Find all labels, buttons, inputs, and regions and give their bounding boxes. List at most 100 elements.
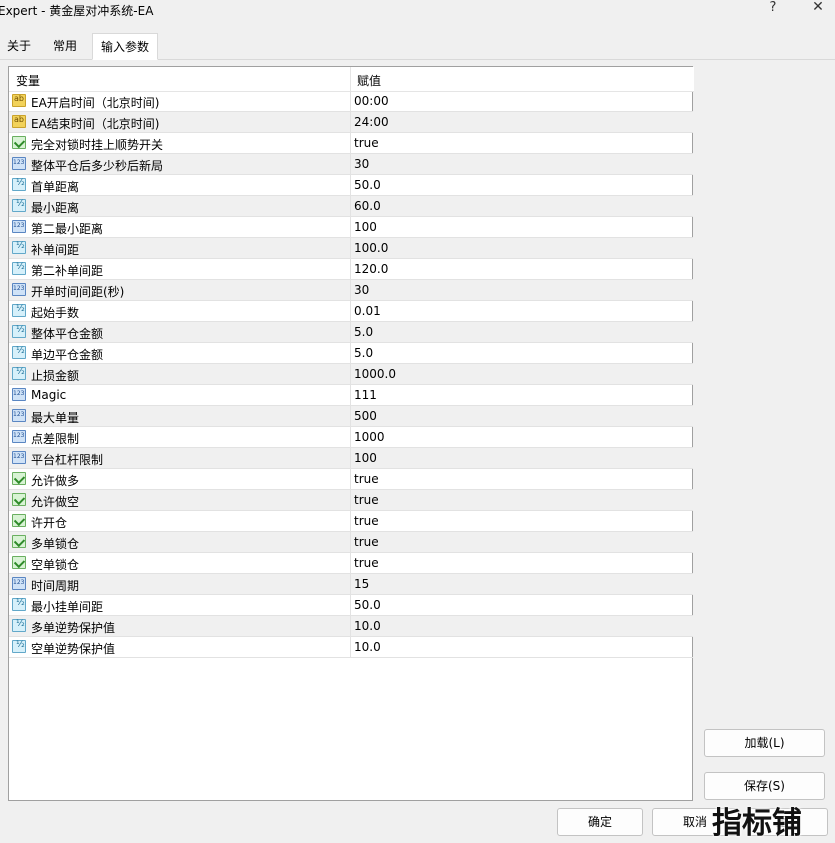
table-row[interactable]: 单边平仓金额 5.0 xyxy=(9,343,693,364)
parameter-name: 允许做多 xyxy=(31,474,80,488)
parameter-value[interactable]: true xyxy=(354,514,379,528)
ok-button[interactable]: 确定 xyxy=(557,808,643,836)
parameter-value[interactable]: 100 xyxy=(354,451,377,465)
column-divider xyxy=(350,301,351,322)
parameter-value[interactable]: 15 xyxy=(354,577,369,591)
bool-icon xyxy=(12,136,26,149)
parameter-value[interactable]: true xyxy=(354,556,379,570)
double-icon xyxy=(12,199,26,212)
table-row[interactable]: EA开启时间（北京时间) 00:00 xyxy=(9,91,693,112)
parameter-name: 允许做空 xyxy=(31,495,80,509)
watermark-logo: 指标铺 xyxy=(712,806,802,841)
table-row[interactable]: 整体平仓金额 5.0 xyxy=(9,322,693,343)
close-button[interactable]: ✕ xyxy=(808,0,828,19)
table-row[interactable]: 点差限制 1000 xyxy=(9,427,693,448)
parameter-value[interactable]: 60.0 xyxy=(354,199,381,213)
column-divider xyxy=(350,280,351,301)
string-icon xyxy=(12,115,26,128)
parameter-value[interactable]: 5.0 xyxy=(354,346,373,360)
parameter-name: 点差限制 xyxy=(31,432,80,446)
table-row[interactable]: 最小距离 60.0 xyxy=(9,196,693,217)
parameter-name: 单边平仓金额 xyxy=(31,348,104,362)
column-divider xyxy=(350,511,351,532)
table-row[interactable]: Magic 111 xyxy=(9,385,693,406)
column-divider xyxy=(350,385,351,406)
table-row[interactable]: 补单间距 100.0 xyxy=(9,238,693,259)
tab-inputs[interactable]: 输入参数 xyxy=(92,33,158,60)
parameter-value[interactable]: 24:00 xyxy=(354,115,389,129)
parameter-value[interactable]: true xyxy=(354,136,379,150)
parameter-value[interactable]: 100 xyxy=(354,220,377,234)
column-divider xyxy=(350,154,351,175)
parameter-name: 第二补单间距 xyxy=(31,264,104,278)
parameter-value[interactable]: 1000.0 xyxy=(354,367,396,381)
parameter-value[interactable]: true xyxy=(354,493,379,507)
title-bar: Expert - 黄金屋对冲系统-EA ? ✕ xyxy=(0,0,835,24)
table-row[interactable]: 许开仓 true xyxy=(9,511,693,532)
parameter-name: 整体平仓金额 xyxy=(31,327,104,341)
table-row[interactable]: EA结束时间（北京时间) 24:00 xyxy=(9,112,693,133)
table-row[interactable]: 允许做空 true xyxy=(9,490,693,511)
table-row[interactable]: 首单距离 50.0 xyxy=(9,175,693,196)
parameter-name: 最小挂单间距 xyxy=(31,600,104,614)
tab-common[interactable]: 常用 xyxy=(44,34,86,58)
table-row[interactable]: 空单锁仓 true xyxy=(9,553,693,574)
parameter-value[interactable]: 00:00 xyxy=(354,94,389,108)
parameter-value[interactable]: 50.0 xyxy=(354,178,381,192)
bool-icon xyxy=(12,514,26,527)
parameter-value[interactable]: 30 xyxy=(354,283,369,297)
parameter-name: 补单间距 xyxy=(31,243,80,257)
parameter-value[interactable]: 111 xyxy=(354,388,377,402)
parameter-value[interactable]: 500 xyxy=(354,409,377,423)
bool-icon xyxy=(12,535,26,548)
save-button[interactable]: 保存(S) xyxy=(704,772,825,800)
parameter-value[interactable]: 10.0 xyxy=(354,640,381,654)
column-divider xyxy=(350,259,351,280)
parameter-value[interactable]: 0.01 xyxy=(354,304,381,318)
parameter-value[interactable]: 1000 xyxy=(354,430,385,444)
table-row[interactable]: 允许做多 true xyxy=(9,469,693,490)
parameter-value[interactable]: 50.0 xyxy=(354,598,381,612)
table-row[interactable]: 最大单量 500 xyxy=(9,406,693,427)
table-row[interactable]: 最小挂单间距 50.0 xyxy=(9,595,693,616)
help-button[interactable]: ? xyxy=(764,0,782,18)
column-divider xyxy=(350,427,351,448)
parameter-value[interactable]: 10.0 xyxy=(354,619,381,633)
table-row[interactable]: 第二最小距离 100 xyxy=(9,217,693,238)
window-title: Expert - 黄金屋对冲系统-EA xyxy=(0,4,154,18)
parameter-value[interactable]: 120.0 xyxy=(354,262,388,276)
double-icon xyxy=(12,325,26,338)
table-row[interactable]: 平台杠杆限制 100 xyxy=(9,448,693,469)
table-row[interactable]: 完全对锁时挂上顺势开关 true xyxy=(9,133,693,154)
double-icon xyxy=(12,304,26,317)
parameter-value[interactable]: 30 xyxy=(354,157,369,171)
parameter-name: 空单逆势保护值 xyxy=(31,642,116,656)
table-row[interactable]: 时间周期 15 xyxy=(9,574,693,595)
parameter-name: 第二最小距离 xyxy=(31,222,104,236)
bool-icon xyxy=(12,472,26,485)
table-row[interactable]: 止损金额 1000.0 xyxy=(9,364,693,385)
table-row[interactable]: 开单时间间距(秒) 30 xyxy=(9,280,693,301)
parameter-value[interactable]: true xyxy=(354,472,379,486)
parameter-value[interactable]: true xyxy=(354,535,379,549)
table-row[interactable]: 整体平仓后多少秒后新局 30 xyxy=(9,154,693,175)
table-row[interactable]: 多单锁仓 true xyxy=(9,532,693,553)
table-row[interactable]: 空单逆势保护值 10.0 xyxy=(9,637,693,658)
column-divider[interactable] xyxy=(350,67,351,91)
header-value[interactable]: 赋值 xyxy=(357,72,381,89)
table-row[interactable]: 起始手数 0.01 xyxy=(9,301,693,322)
parameter-name: 空单锁仓 xyxy=(31,558,80,572)
grid-rows: EA开启时间（北京时间) 00:00 EA结束时间（北京时间) 24:00 完全对锁时挂… xyxy=(9,91,694,658)
header-variable[interactable]: 变量 xyxy=(16,72,40,89)
string-icon xyxy=(12,94,26,107)
table-row[interactable]: 多单逆势保护值 10.0 xyxy=(9,616,693,637)
table-row[interactable]: 第二补单间距 120.0 xyxy=(9,259,693,280)
parameter-name: 最大单量 xyxy=(31,411,80,425)
parameter-value[interactable]: 100.0 xyxy=(354,241,388,255)
column-divider xyxy=(350,532,351,553)
parameter-name: 多单锁仓 xyxy=(31,537,80,551)
load-button[interactable]: 加载(L) xyxy=(704,729,825,757)
parameter-value[interactable]: 5.0 xyxy=(354,325,373,339)
tab-about[interactable]: 关于 xyxy=(0,34,38,58)
integer-icon xyxy=(12,409,26,422)
